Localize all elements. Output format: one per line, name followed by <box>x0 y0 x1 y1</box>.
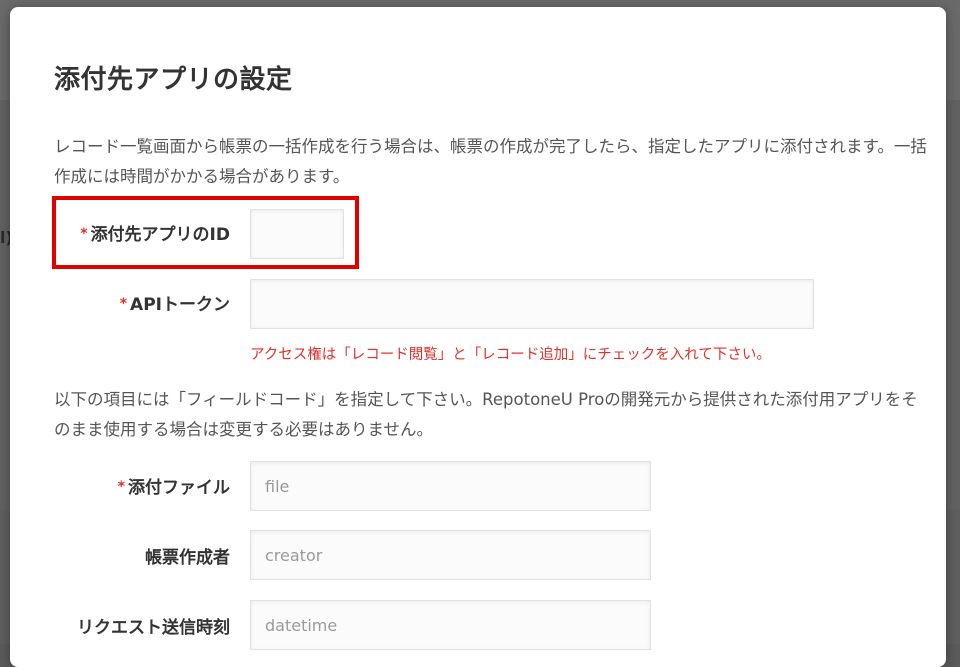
api-token-label-text: APIトークン <box>130 295 230 315</box>
required-mark: * <box>119 296 128 312</box>
api-token-hint: アクセス権は「レコード閲覧」と「レコード追加」にチェックを入れて下さい。 <box>250 347 771 363</box>
dialog-description: レコード一覧画面から帳票の一括作成を行う場合は、帳票の作成が完了したら、指定した… <box>54 137 927 186</box>
app-id-input[interactable] <box>250 209 344 259</box>
app-id-label-text: 添付先アプリのID <box>90 225 230 245</box>
dialog-title: 添付先アプリの設定 <box>54 65 293 95</box>
creator-label: 帳票作成者 <box>145 548 230 568</box>
api-token-input[interactable] <box>250 279 814 329</box>
required-mark: * <box>80 226 88 242</box>
api-token-label: * APIトークン <box>10 290 230 315</box>
app-id-label: * 添付先アプリのID <box>10 220 230 245</box>
request-time-input[interactable] <box>250 600 651 650</box>
attachment-file-label: * 添付ファイル <box>10 473 230 498</box>
required-mark: * <box>117 479 125 495</box>
attachment-file-input[interactable] <box>250 461 651 511</box>
attachment-app-settings-dialog: 添付先アプリの設定 レコード一覧画面から帳票の一括作成を行う場合は、帳票の作成が… <box>10 7 946 667</box>
creator-input[interactable] <box>250 530 651 580</box>
request-time-label: リクエスト送信時刻 <box>77 618 230 638</box>
field-code-description: 以下の項目には「フィールドコード」を指定して下さい。RepotoneU Proの… <box>54 390 918 439</box>
attachment-file-label-text: 添付ファイル <box>128 478 230 498</box>
